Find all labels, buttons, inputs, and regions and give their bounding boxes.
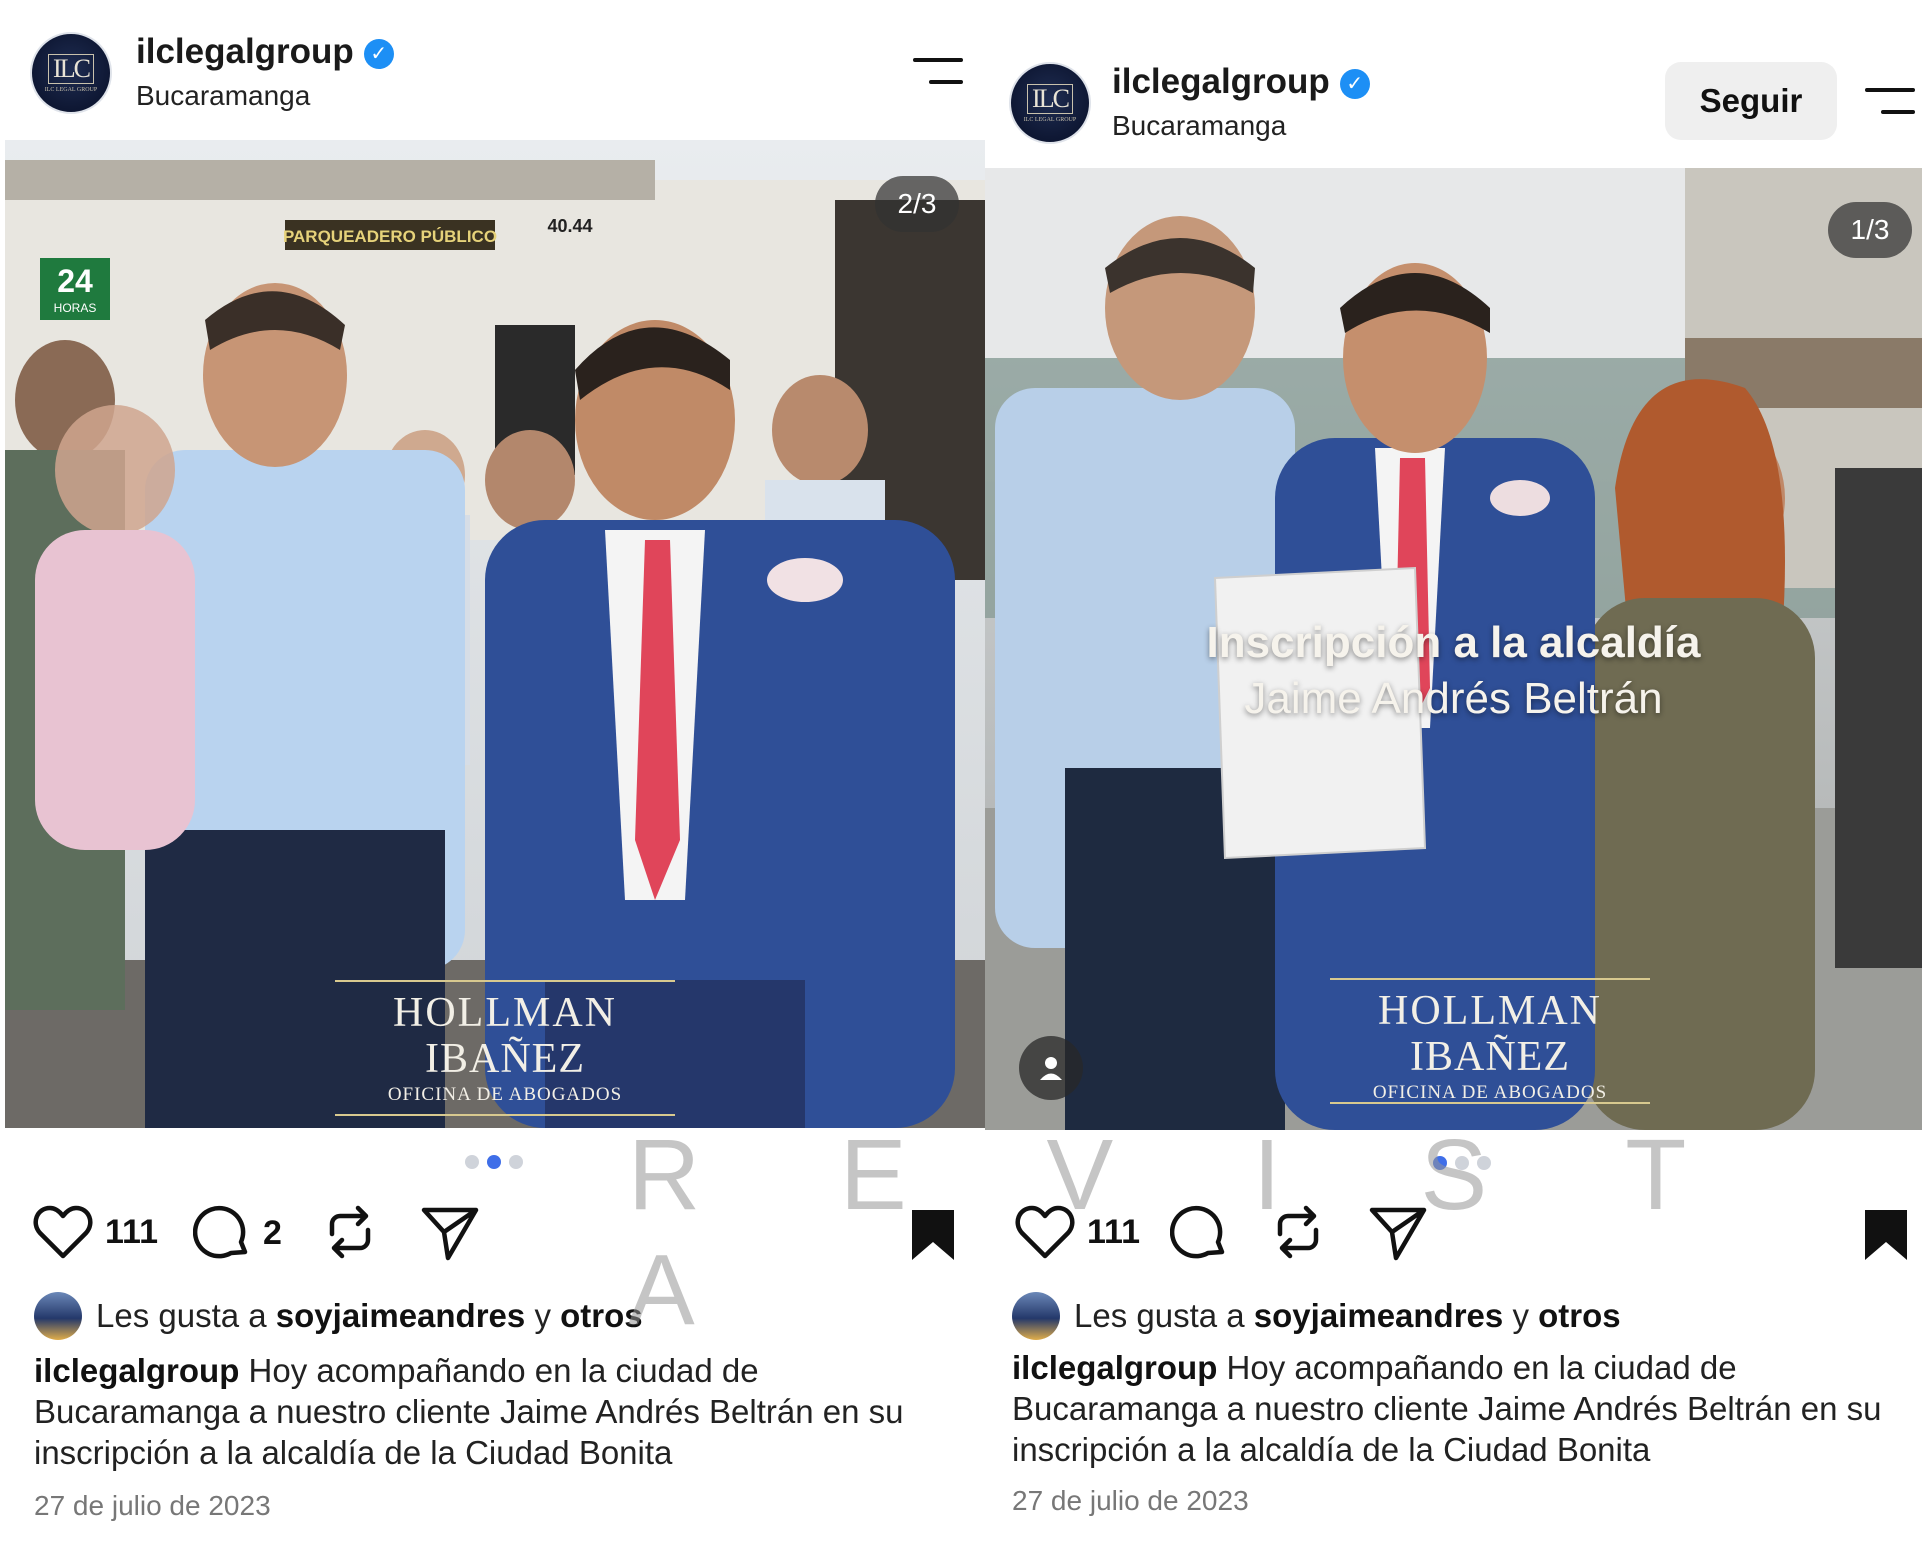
liked-by-conj: y <box>534 1297 551 1334</box>
account-avatar[interactable]: ILC ILC LEGAL GROUP <box>30 32 112 114</box>
avatar-subtext: ILC LEGAL GROUP <box>44 86 98 93</box>
menu-icon[interactable] <box>913 58 963 84</box>
repost-button[interactable] <box>322 1202 378 1262</box>
post-caption: ilclegalgroup Hoy acompañando en la ciud… <box>1012 1347 1912 1470</box>
avatar-subtext: ILC LEGAL GROUP <box>1023 116 1077 123</box>
heart-icon <box>33 1205 93 1259</box>
overlay-title-line-2: Jaime Andrés Beltrán <box>1244 674 1663 723</box>
parking-sign-text: PARQUEADERO PÚBLICO <box>283 227 497 246</box>
carousel-counter: 2/3 <box>875 176 959 232</box>
brand-watermark: HOLLMAN IBAÑEZ OFICINA DE ABOGADOS <box>335 980 675 1120</box>
post-location[interactable]: Bucaramanga <box>1112 110 1286 142</box>
caption-user[interactable]: ilclegalgroup <box>34 1352 239 1389</box>
carousel-dot <box>509 1155 523 1169</box>
account-name[interactable]: ilclegalgroup ✓ <box>1112 62 1370 102</box>
comment-button[interactable]: 2 <box>193 1204 282 1262</box>
account-name-text: ilclegalgroup <box>136 32 354 71</box>
post-header: ILC ILC LEGAL GROUP ilclegalgroup ✓ Bucar… <box>985 0 1922 144</box>
repost-icon <box>329 1205 371 1259</box>
post-date: 27 de julio de 2023 <box>34 1490 271 1521</box>
liked-by-prefix: Les gusta a <box>96 1297 267 1334</box>
post-photo[interactable]: 1/3 Inscripción a la alcaldía Jaime Andr… <box>985 168 1922 1130</box>
brand-line-3: OFICINA DE ABOGADOS <box>1372 1082 1608 1103</box>
post-caption: ilclegalgroup Hoy acompañando en la ciud… <box>34 1350 969 1473</box>
menu-icon[interactable] <box>1865 88 1915 114</box>
brand-line-1: HOLLMAN <box>393 990 617 1036</box>
liker-avatar <box>34 1292 82 1340</box>
brand-line-3: OFICINA DE ABOGADOS <box>387 1084 623 1105</box>
post-photo[interactable]: PARQUEADERO PÚBLICO 40.44 24 HORAS 2/3 H… <box>5 140 985 1128</box>
carousel-dot-active <box>487 1155 501 1169</box>
account-avatar[interactable]: ILC ILC LEGAL GROUP <box>1009 62 1091 144</box>
caption-user[interactable]: ilclegalgroup <box>1012 1349 1217 1386</box>
hours-sign-number: 24 <box>57 263 93 299</box>
account-name[interactable]: ilclegalgroup ✓ <box>136 32 394 72</box>
comment-icon <box>193 1205 248 1259</box>
post-header: ILC ILC LEGAL GROUP ilclegalgroup ✓ Bucar… <box>0 0 985 140</box>
share-icon <box>421 1207 479 1261</box>
carousel-dots <box>465 1155 523 1169</box>
brand-line-1: HOLLMAN <box>1378 988 1602 1034</box>
like-button[interactable]: 111 <box>33 1204 158 1260</box>
verified-badge-icon: ✓ <box>1339 69 1370 99</box>
liked-by[interactable]: Les gusta a soyjaimeandres y otros <box>34 1292 643 1340</box>
account-name-text: ilclegalgroup <box>1112 62 1330 101</box>
liked-by-user[interactable]: soyjaimeandres <box>276 1297 525 1335</box>
comments-count: 2 <box>263 1213 282 1252</box>
carousel-counter: 1/3 <box>1828 202 1912 258</box>
carousel-dot <box>465 1155 479 1169</box>
brand-watermark: HOLLMAN IBAÑEZ OFICINA DE ABOGADOS <box>1330 978 1650 1108</box>
user-tag-icon[interactable] <box>1019 1036 1083 1100</box>
address-number-text: 40.44 <box>547 216 592 236</box>
post-location[interactable]: Bucaramanga <box>136 80 310 112</box>
brand-line-2: IBAÑEZ <box>1410 1034 1570 1080</box>
photo-overlay-title: Inscripción a la alcaldía Jaime Andrés B… <box>985 618 1922 724</box>
hours-sign-label: HORAS <box>54 301 97 315</box>
likes-count: 111 <box>105 1212 158 1251</box>
overlay-title-line-1: Inscripción a la alcaldía <box>1206 618 1701 667</box>
follow-button[interactable]: Seguir <box>1665 62 1837 140</box>
post-date: 27 de julio de 2023 <box>1012 1485 1249 1516</box>
avatar-monogram: ILC <box>1027 83 1073 114</box>
verified-badge-icon: ✓ <box>363 39 394 69</box>
brand-line-2: IBAÑEZ <box>425 1036 585 1082</box>
avatar-monogram: ILC <box>48 53 94 84</box>
share-button[interactable] <box>420 1204 480 1262</box>
person-icon <box>1040 1057 1062 1080</box>
magazine-watermark: R E V I S T A <box>628 1119 1741 1346</box>
